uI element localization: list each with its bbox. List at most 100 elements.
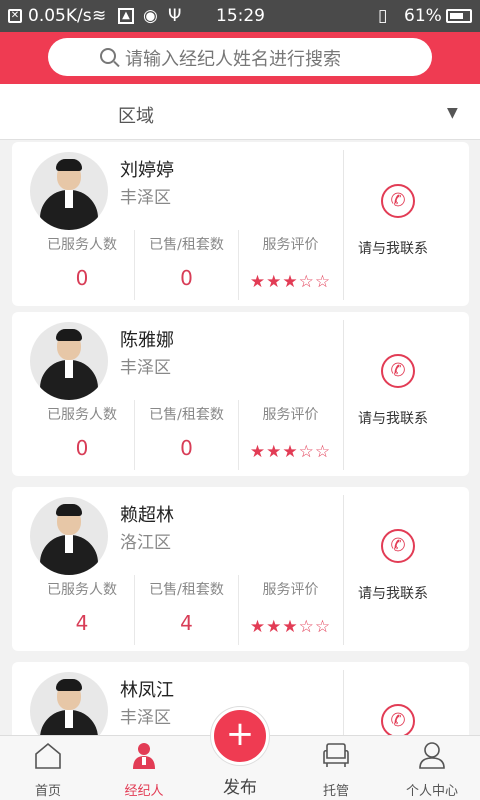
dropdown-arrow-icon: ▼ [447, 105, 458, 121]
served-value: 4 [75, 611, 89, 635]
star-icon: ☆ [298, 272, 315, 292]
served-value: 0 [75, 266, 89, 290]
battery-icon [446, 9, 472, 23]
sim-icon: ▯ [378, 6, 388, 26]
agent-district: 丰泽区 [120, 708, 171, 728]
star-icon: ☆ [314, 617, 332, 637]
rating-stat: 服务评价 ★★★☆☆ [238, 575, 342, 645]
nav-profile[interactable]: 个人中心 [384, 736, 480, 800]
phone-icon: ✆ [381, 184, 415, 218]
avatar [30, 322, 108, 400]
nav-publish-label: 发布 [223, 778, 257, 798]
agent-stats: 已服务人数 0 已售/租套数 0 服务评价 ★★★☆☆ [12, 230, 343, 300]
sold-value: 4 [180, 611, 193, 635]
clock: 15:29 [216, 6, 265, 26]
battery-percent: 61% [404, 6, 442, 26]
served-label: 已服务人数 [47, 407, 117, 423]
rating-stat: 服务评价 ★★★☆☆ [238, 230, 342, 300]
network-speed: 0.05K/s [28, 6, 92, 26]
agent-card[interactable]: 陈雅娜 丰泽区 已服务人数 0 已售/租套数 0 服务评价 ★★★☆☆ ✆ 请与我联系 [12, 312, 469, 476]
phone-icon: ✆ [381, 704, 415, 735]
star-icon: ☆ [314, 272, 332, 292]
profile-icon [419, 742, 445, 769]
agent-name: 林凤江 [120, 680, 174, 701]
contact-button[interactable]: ✆ 请与我联系 [344, 312, 469, 476]
notification-icon: ✕ [8, 9, 22, 23]
cat-icon: ◉ [143, 6, 158, 26]
phone-icon: ✆ [381, 529, 415, 563]
sold-label: 已售/租套数 [149, 237, 224, 253]
star-icon: ★ [266, 272, 283, 292]
contact-button[interactable]: ✆请与我联系 [344, 142, 469, 306]
home-icon [35, 742, 61, 769]
star-icon: ★ [282, 617, 299, 637]
star-icon: ★ [249, 617, 267, 637]
wifi-icon: ≋ [92, 6, 107, 26]
rating-label: 服务评价 [262, 407, 319, 423]
served-label: 已服务人数 [47, 582, 117, 598]
rating-stars: ★★★☆☆ [239, 272, 342, 292]
status-bar: ✕ 0.05K/s ≋ ▲ ◉ Ψ 15:29 ▯ 61% [0, 0, 480, 32]
avatar [30, 672, 108, 735]
served-label: 已服务人数 [47, 237, 117, 253]
star-icon: ☆ [298, 617, 315, 637]
sold-label: 已售/租套数 [149, 582, 224, 598]
sold-stat: 已售/租套数 0 [134, 400, 238, 470]
agent-card[interactable]: 赖超林 洛江区 已服务人数 4 已售/租套数 4 服务评价 ★★★☆☆ ✆ 请与我联系 [12, 487, 469, 651]
usb-icon: Ψ [168, 6, 182, 26]
sold-stat: 已售/租套数 4 [134, 575, 238, 645]
nav-custody-label: 托管 [322, 784, 349, 799]
nav-agent-label: 经纪人 [124, 784, 164, 799]
star-icon: ☆ [314, 442, 332, 462]
search-input[interactable]: 请输入经纪人姓名进行搜索 [48, 38, 432, 76]
agent-name: 陈雅娜 [120, 330, 174, 351]
rating-label: 服务评价 [262, 237, 319, 253]
star-icon: ☆ [298, 442, 315, 462]
avatar [30, 152, 108, 230]
app-notification-icon: ▲ [118, 8, 134, 24]
nav-home[interactable]: 首页 [0, 736, 96, 800]
rating-stat: 服务评价 ★★★☆☆ [238, 400, 342, 470]
publish-button[interactable]: + [211, 707, 269, 765]
agent-stats: 已服务人数 4 已售/租套数 4 服务评价 ★★★☆☆ [12, 575, 343, 645]
rating-stars: ★★★☆☆ [239, 442, 342, 462]
phone-icon: ✆ [381, 354, 415, 388]
served-stat: 已服务人数 0 [30, 230, 134, 300]
plus-icon: + [225, 714, 255, 754]
region-filter-label: 区域 [118, 106, 154, 127]
rating-label: 服务评价 [262, 582, 319, 598]
avatar [30, 497, 108, 575]
agent-stats: 已服务人数 0 已售/租套数 0 服务评价 ★★★☆☆ [12, 400, 343, 470]
sold-stat: 已售/租套数 0 [134, 230, 238, 300]
contact-button[interactable]: ✆ 请与我联系 [344, 487, 469, 651]
contact-label: 请与我联系 [358, 411, 428, 427]
star-icon: ★ [282, 442, 299, 462]
nav-profile-label: 个人中心 [405, 784, 458, 799]
agent-name: 刘婷婷 [120, 160, 174, 181]
rating-stars: ★★★☆☆ [239, 617, 342, 637]
sold-value: 0 [180, 266, 193, 290]
region-filter[interactable]: 区域 ▼ [0, 84, 480, 140]
header: 请输入经纪人姓名进行搜索 [0, 32, 480, 84]
sold-label: 已售/租套数 [149, 407, 224, 423]
nav-custody[interactable]: 托管 [288, 736, 384, 800]
agent-list[interactable]: 刘婷婷 丰泽区 已服务人数 0 已售/租套数 0 服务评价 ★★★☆☆ ✆ 请与我联系 陈雅娜 丰泽区… [0, 140, 480, 735]
agent-card[interactable]: 刘婷婷丰泽区已服务人数 0 已售/租套数 0 服务评价 ★★★☆☆ ✆ 请与我联系 [12, 142, 469, 306]
served-stat: 已服务人数 4 [30, 575, 134, 645]
served-stat: 已服务人数 0 [30, 400, 134, 470]
agent-district: 洛江区 [120, 533, 171, 553]
sofa-icon [323, 743, 349, 767]
contact-button[interactable]: ✆请与我联系 [344, 662, 469, 735]
nav-agent[interactable]: 经纪人 [96, 736, 192, 800]
agent-name: 赖超林 [120, 505, 174, 526]
star-icon: ★ [282, 272, 299, 292]
agent-district: 丰泽区 [120, 188, 171, 208]
search-placeholder: 请输入经纪人姓名进行搜索 [125, 49, 341, 70]
star-icon: ★ [266, 442, 283, 462]
agent-district: 丰泽区 [120, 358, 171, 378]
agent-icon [133, 743, 155, 769]
contact-label: 请与我联系 [358, 586, 428, 602]
served-value: 0 [75, 436, 89, 460]
search-icon [100, 48, 116, 64]
star-icon: ★ [266, 617, 283, 637]
